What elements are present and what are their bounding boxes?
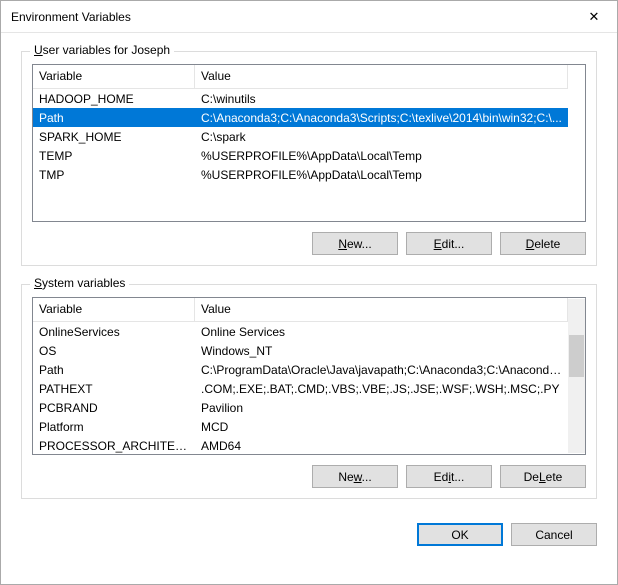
row-variable: TMP xyxy=(33,168,195,182)
row-variable: PATHEXT xyxy=(33,382,195,396)
row-variable: Path xyxy=(33,111,195,125)
row-value: .COM;.EXE;.BAT;.CMD;.VBS;.VBE;.JS;.JSE;.… xyxy=(195,382,568,396)
row-value: C:\winutils xyxy=(195,92,568,106)
window-title: Environment Variables xyxy=(11,10,131,24)
user-buttons-row: New... Edit... Delete xyxy=(32,232,586,255)
row-value: Pavilion xyxy=(195,401,568,415)
row-value: C:\Anaconda3;C:\Anaconda3\Scripts;C:\tex… xyxy=(195,111,568,125)
col-value[interactable]: Value xyxy=(195,298,568,321)
system-row[interactable]: PCBRANDPavilion xyxy=(33,398,568,417)
row-value: C:\ProgramData\Oracle\Java\javapath;C:\A… xyxy=(195,363,568,377)
user-variables-group: User variables for Joseph Variable Value… xyxy=(21,51,597,266)
row-variable: SPARK_HOME xyxy=(33,130,195,144)
close-button[interactable]: ✕ xyxy=(571,1,617,33)
system-row[interactable]: OSWindows_NT xyxy=(33,341,568,360)
ok-button[interactable]: OK xyxy=(417,523,503,546)
row-variable: HADOOP_HOME xyxy=(33,92,195,106)
user-row[interactable]: PathC:\Anaconda3;C:\Anaconda3\Scripts;C:… xyxy=(33,108,568,127)
user-variables-list[interactable]: Variable Value HADOOP_HOMEC:\winutilsPat… xyxy=(32,64,586,222)
user-row[interactable]: TEMP%USERPROFILE%\AppData\Local\Temp xyxy=(33,146,568,165)
system-row[interactable]: PathC:\ProgramData\Oracle\Java\javapath;… xyxy=(33,360,568,379)
row-variable: PCBRAND xyxy=(33,401,195,415)
row-value: AMD64 xyxy=(195,439,568,453)
system-row[interactable]: PROCESSOR_ARCHITECTUREAMD64 xyxy=(33,436,568,454)
system-row[interactable]: PATHEXT.COM;.EXE;.BAT;.CMD;.VBS;.VBE;.JS… xyxy=(33,379,568,398)
titlebar: Environment Variables ✕ xyxy=(1,1,617,33)
system-variables-list[interactable]: Variable Value OnlineServicesOnline Serv… xyxy=(32,297,586,455)
user-edit-button[interactable]: Edit... xyxy=(406,232,492,255)
col-variable[interactable]: Variable xyxy=(33,298,195,321)
system-list-header: Variable Value xyxy=(33,298,568,322)
row-value: C:\spark xyxy=(195,130,568,144)
row-variable: OS xyxy=(33,344,195,358)
dialog-buttons: OK Cancel xyxy=(21,523,597,546)
close-icon: ✕ xyxy=(589,9,600,25)
row-variable: PROCESSOR_ARCHITECTURE xyxy=(33,439,195,453)
system-row[interactable]: PlatformMCD xyxy=(33,417,568,436)
user-group-legend: User variables for Joseph xyxy=(30,43,174,57)
col-variable[interactable]: Variable xyxy=(33,65,195,88)
dialog-content: User variables for Joseph Variable Value… xyxy=(1,33,617,584)
col-value[interactable]: Value xyxy=(195,65,568,88)
system-variables-group: System variables Variable Value OnlineSe… xyxy=(21,284,597,499)
system-delete-button[interactable]: DeLete xyxy=(500,465,586,488)
row-value: %USERPROFILE%\AppData\Local\Temp xyxy=(195,168,568,182)
user-row[interactable]: TMP%USERPROFILE%\AppData\Local\Temp xyxy=(33,165,568,184)
row-variable: OnlineServices xyxy=(33,325,195,339)
row-variable: TEMP xyxy=(33,149,195,163)
system-edit-button[interactable]: Edit... xyxy=(406,465,492,488)
row-value: %USERPROFILE%\AppData\Local\Temp xyxy=(195,149,568,163)
cancel-button[interactable]: Cancel xyxy=(511,523,597,546)
env-vars-dialog: Environment Variables ✕ User variables f… xyxy=(0,0,618,585)
system-row[interactable]: OnlineServicesOnline Services xyxy=(33,322,568,341)
user-list-header: Variable Value xyxy=(33,65,568,89)
system-scrollbar[interactable] xyxy=(568,299,585,453)
system-group-legend: System variables xyxy=(30,276,129,290)
row-value: Windows_NT xyxy=(195,344,568,358)
row-variable: Path xyxy=(33,363,195,377)
row-value: Online Services xyxy=(195,325,568,339)
row-value: MCD xyxy=(195,420,568,434)
system-new-button[interactable]: New... xyxy=(312,465,398,488)
row-variable: Platform xyxy=(33,420,195,434)
user-row[interactable]: SPARK_HOMEC:\spark xyxy=(33,127,568,146)
user-row[interactable]: HADOOP_HOMEC:\winutils xyxy=(33,89,568,108)
user-new-button[interactable]: New... xyxy=(312,232,398,255)
user-delete-button[interactable]: Delete xyxy=(500,232,586,255)
scroll-thumb[interactable] xyxy=(569,335,584,377)
system-buttons-row: New... Edit... DeLete xyxy=(32,465,586,488)
